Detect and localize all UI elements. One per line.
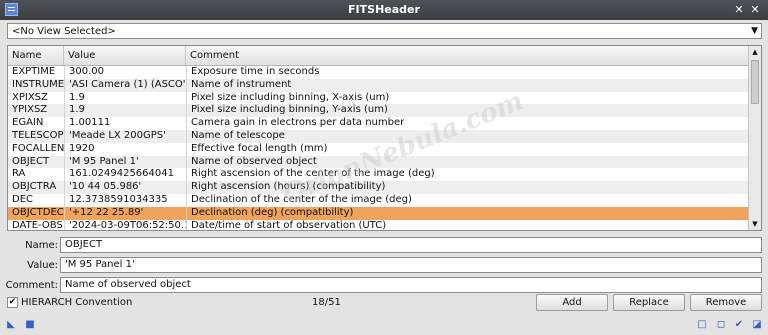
row-value-cell: 12.3738591034335	[64, 193, 186, 207]
row-comment-cell: Name of observed object	[186, 155, 749, 169]
table-row[interactable]: OBJCTRA '10 44 05.986' Right ascension (ho…	[8, 181, 749, 194]
title-bar: FITSHeader ✕ ✕	[0, 0, 768, 20]
name-label: Name:	[25, 240, 58, 251]
row-name-cell: EXPTIME	[12, 66, 56, 77]
add-button[interactable]: Add	[536, 294, 608, 311]
row-comment-cell: Pixel size including binning, Y-axis (um…	[186, 104, 749, 118]
keyword-counter: 18/51	[312, 297, 341, 308]
row-value-cell: '+12 22 25.89'	[64, 206, 186, 220]
row-comment-cell: Right ascension (hours) (compatibility)	[186, 181, 749, 194]
remove-button[interactable]: Remove	[690, 294, 762, 311]
window-title: FITSHeader	[348, 3, 420, 16]
row-name-cell: DEC	[12, 193, 34, 205]
hierarch-checkbox[interactable]: ✔	[7, 297, 18, 308]
row-comment-cell: Date/time of start of observation (UTC)	[186, 219, 749, 230]
row-comment-cell: Name of telescope	[186, 129, 749, 143]
row-value-cell: 'M 95 Panel 1'	[64, 155, 186, 169]
row-comment-cell: Declination of the center of the image (…	[186, 193, 749, 207]
row-value-cell: 1.00111	[64, 117, 186, 130]
row-value-cell: 'Meade LX 200GPS'	[64, 129, 186, 143]
reset-icon[interactable]: ◪	[752, 320, 762, 330]
table-body: EXPTIME 300.00 Exposure time in seconds INS…	[8, 66, 749, 231]
table-row[interactable]: TELESCOP 'Meade LX 200GPS' Name of telesco…	[8, 129, 749, 143]
row-value-cell: 1.9	[64, 91, 186, 105]
row-value-cell: 300.00	[64, 66, 186, 79]
scroll-down-icon[interactable]: ▼	[749, 219, 761, 229]
row-name-cell: EGAIN	[12, 117, 44, 129]
browse-documentation-icon[interactable]: □	[697, 320, 707, 330]
row-comment-cell: Declination (deg) (compatibility)	[186, 206, 749, 220]
edit-instance-icon[interactable]: ◻	[716, 320, 726, 330]
comment-field[interactable]: Name of observed object	[60, 277, 762, 293]
table-row[interactable]: DATE-OBS'2024-03-09T06:52:50.147'Date/ti…	[8, 219, 749, 231]
table-row[interactable]: XPIXSZ 1.9 Pixel size including binning, X…	[8, 91, 749, 105]
dropdown-arrow-icon[interactable]: ▼	[751, 26, 758, 36]
replace-button[interactable]: Replace	[613, 294, 685, 311]
row-name-cell: DATE-OBS	[12, 219, 63, 231]
row-name-cell: TELESCOP	[12, 129, 64, 141]
table-row[interactable]: INSTRUME 'ASI Camera (1) (ASCO' Name of in…	[8, 78, 749, 92]
table-row[interactable]: DEC 12.3738591034335 Declination of the ce…	[8, 193, 749, 207]
name-field[interactable]: OBJECT	[60, 237, 762, 253]
row-name-cell: YPIXSZ	[12, 104, 48, 116]
row-value-cell: 1.9	[64, 104, 186, 118]
new-instance-icon[interactable]: ◣	[6, 320, 16, 330]
row-value-cell: '10 44 05.986'	[64, 181, 186, 194]
view-selector-value: <No View Selected>	[12, 26, 116, 37]
column-header-comment[interactable]: Comment	[186, 46, 749, 65]
row-name-cell: XPIXSZ	[12, 91, 48, 103]
row-name-cell: OBJCTDEC	[12, 206, 64, 218]
table-row[interactable]: OBJCTDEC '+12 22 25.89' Declination (deg) …	[8, 206, 749, 220]
keywords-table[interactable]: Name Value Comment EXPTIME 300.00 Exposure…	[7, 45, 762, 231]
close-icon[interactable]: ✕	[748, 3, 762, 17]
row-value-cell: 1920	[64, 142, 186, 156]
view-selector[interactable]: <No View Selected> ▼	[7, 23, 762, 39]
table-header: Name Value Comment	[8, 46, 749, 66]
row-name-cell: RA	[12, 168, 26, 180]
apply-global-icon[interactable]: ■	[25, 320, 35, 330]
value-label: Value:	[27, 260, 58, 271]
scroll-up-icon[interactable]: ▲	[749, 47, 761, 57]
row-comment-cell: Pixel size including binning, X-axis (um…	[186, 91, 749, 105]
value-field[interactable]: 'M 95 Panel 1'	[60, 257, 762, 273]
row-name-cell: INSTRUME	[12, 78, 64, 90]
vertical-scrollbar[interactable]: ▲ ▼	[748, 46, 761, 230]
row-comment-cell: Exposure time in seconds	[186, 66, 749, 79]
row-comment-cell: Camera gain in electrons per data number	[186, 117, 749, 130]
table-row[interactable]: RA 161.0249425664041 Right ascension of th…	[8, 168, 749, 182]
table-row[interactable]: EGAIN 1.00111 Camera gain in electrons per…	[8, 117, 749, 130]
shade-icon[interactable]: ✕	[732, 3, 746, 17]
row-comment-cell: Right ascension of the center of the ima…	[186, 168, 749, 182]
ok-check-icon[interactable]: ✔	[734, 320, 744, 330]
row-value-cell: '2024-03-09T06:52:50.147'	[64, 219, 186, 230]
table-row[interactable]: OBJECT 'M 95 Panel 1' Name of observed obj…	[8, 155, 749, 169]
row-name-cell: OBJCTRA	[12, 181, 57, 193]
column-header-value[interactable]: Value	[64, 46, 186, 65]
table-row[interactable]: FOCALLEN 1920 Effective focal length (mm)	[8, 142, 749, 156]
row-comment-cell: Name of instrument	[186, 78, 749, 92]
table-row[interactable]: EXPTIME 300.00 Exposure time in seconds	[8, 66, 749, 79]
scrollbar-thumb[interactable]	[751, 60, 759, 104]
comment-label: Comment:	[5, 280, 58, 291]
hierarch-label: HIERARCH Convention	[21, 297, 133, 308]
row-name-cell: OBJECT	[12, 155, 50, 167]
column-header-name[interactable]: Name	[8, 46, 64, 65]
row-value-cell: 'ASI Camera (1) (ASCO'	[64, 78, 186, 92]
row-value-cell: 161.0249425664041	[64, 168, 186, 182]
row-name-cell: FOCALLEN	[12, 142, 64, 154]
row-comment-cell: Effective focal length (mm)	[186, 142, 749, 156]
table-row[interactable]: YPIXSZ 1.9 Pixel size including binning, Y…	[8, 104, 749, 118]
